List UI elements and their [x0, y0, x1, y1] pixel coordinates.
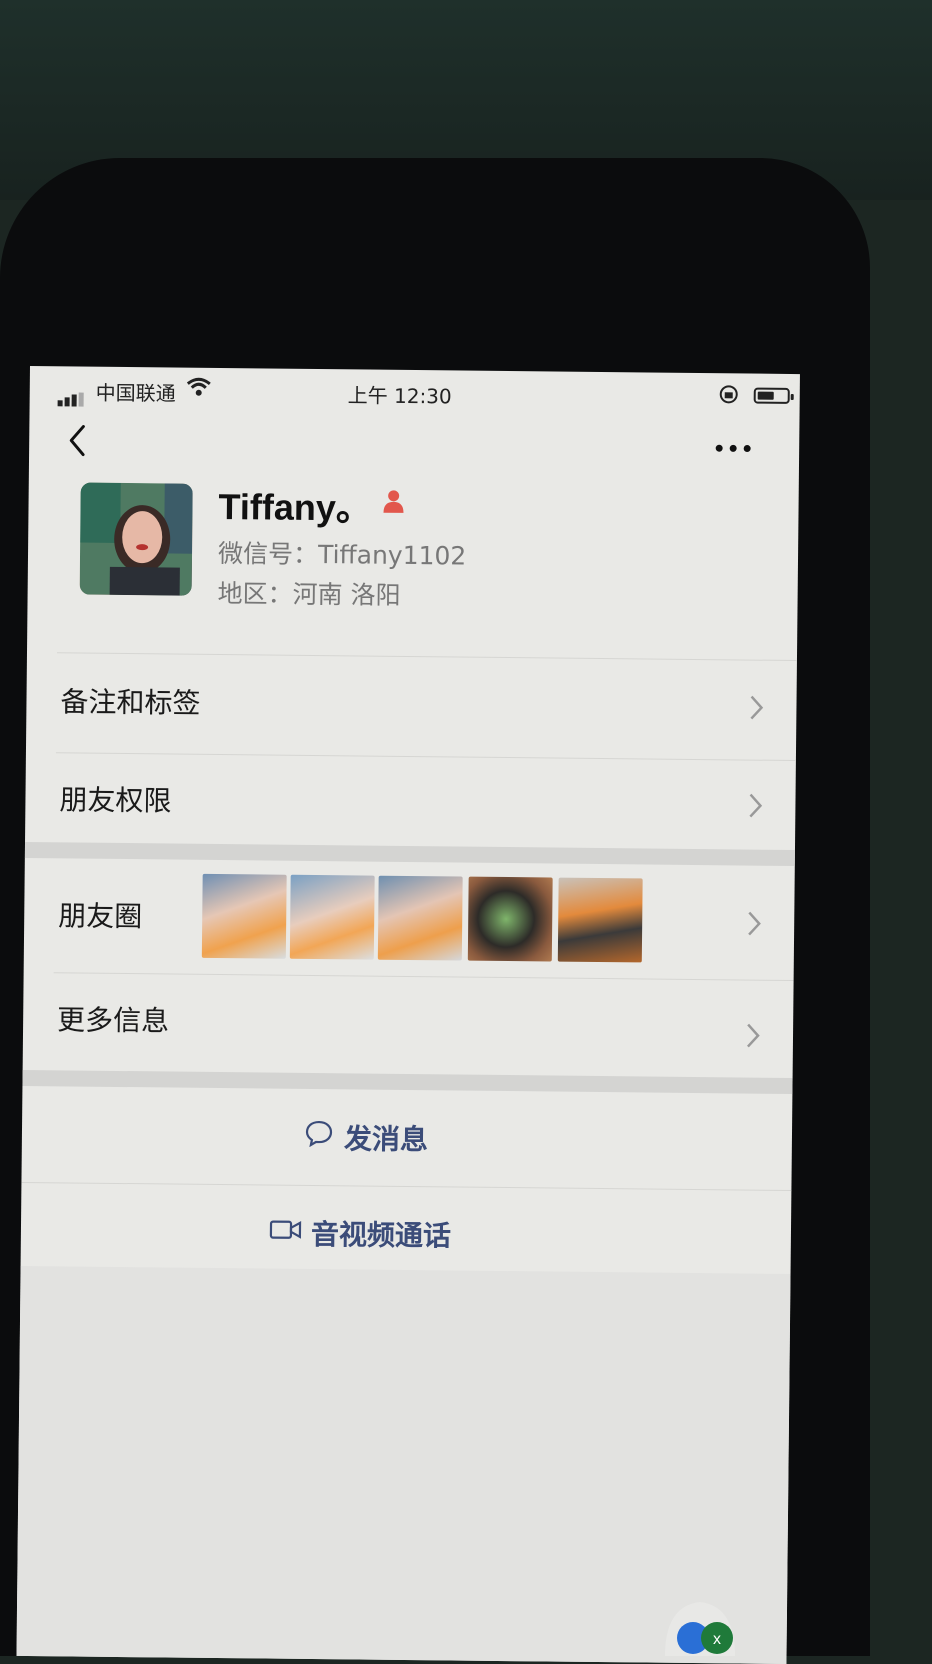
back-arrow-icon[interactable]	[59, 420, 99, 460]
nav-bar	[29, 416, 800, 484]
wifi-icon	[186, 376, 212, 403]
moments-row[interactable]: 朋友圈	[24, 860, 795, 978]
moment-photo-thumbnail	[201, 873, 287, 959]
moment-photo-thumbnail	[289, 874, 375, 960]
wechat-id-value: Tiffany1102	[317, 540, 467, 571]
status-bar: 中国联通 上午 12:30	[29, 366, 799, 424]
avatar[interactable]	[79, 482, 193, 596]
profile-header: Tiffany。 微信号：Tiffany1102 地区：河南 洛阳	[27, 476, 799, 654]
battery-icon	[753, 387, 794, 404]
region-value: 河南 洛阳	[292, 579, 401, 610]
signal-icon	[57, 382, 86, 407]
more-dots-icon[interactable]	[709, 433, 759, 464]
moment-photo-thumbnail	[467, 876, 553, 962]
friend-permissions-label: 朋友权限	[59, 783, 172, 818]
moment-photo-thumbnail	[377, 875, 463, 961]
chevron-right-icon	[745, 1022, 761, 1054]
send-message-button[interactable]: 发消息	[21, 1088, 792, 1186]
region: 地区：河南 洛阳	[217, 574, 400, 612]
remark-tags-label: 备注和标签	[60, 685, 201, 720]
gender-female-icon	[380, 488, 406, 518]
floating-app-badges[interactable]: x	[655, 1598, 745, 1660]
wechat-id: 微信号：Tiffany1102	[218, 534, 467, 573]
svg-text:x: x	[713, 1631, 721, 1648]
chevron-right-icon	[747, 792, 763, 824]
send-message-label: 发消息	[343, 1122, 429, 1157]
phone-screen: 中国联通 上午 12:30 Tiffany。 微信号：Tiffany1102 地…	[16, 366, 800, 1664]
chat-bubble-icon	[304, 1119, 334, 1151]
more-info-row[interactable]: 更多信息	[23, 974, 794, 1078]
chevron-right-icon	[746, 910, 762, 942]
video-camera-icon	[269, 1219, 303, 1245]
contact-name: Tiffany。	[218, 485, 373, 529]
moments-label: 朋友圈	[58, 899, 143, 934]
carrier-name: 中国联通	[95, 380, 176, 406]
moment-photo-thumbnail	[557, 877, 643, 963]
remark-tags-row[interactable]: 备注和标签	[26, 656, 797, 754]
wechat-id-label: 微信号：	[217, 538, 319, 570]
rotation-lock-icon	[718, 383, 740, 410]
chevron-right-icon	[748, 694, 764, 726]
region-label: 地区：	[217, 578, 293, 609]
friend-permissions-row[interactable]: 朋友权限	[25, 754, 796, 852]
moments-thumbnails	[201, 873, 643, 963]
more-info-label: 更多信息	[56, 1003, 170, 1038]
status-time: 上午 12:30	[347, 383, 452, 409]
av-call-label: 音视频通话	[310, 1217, 452, 1253]
